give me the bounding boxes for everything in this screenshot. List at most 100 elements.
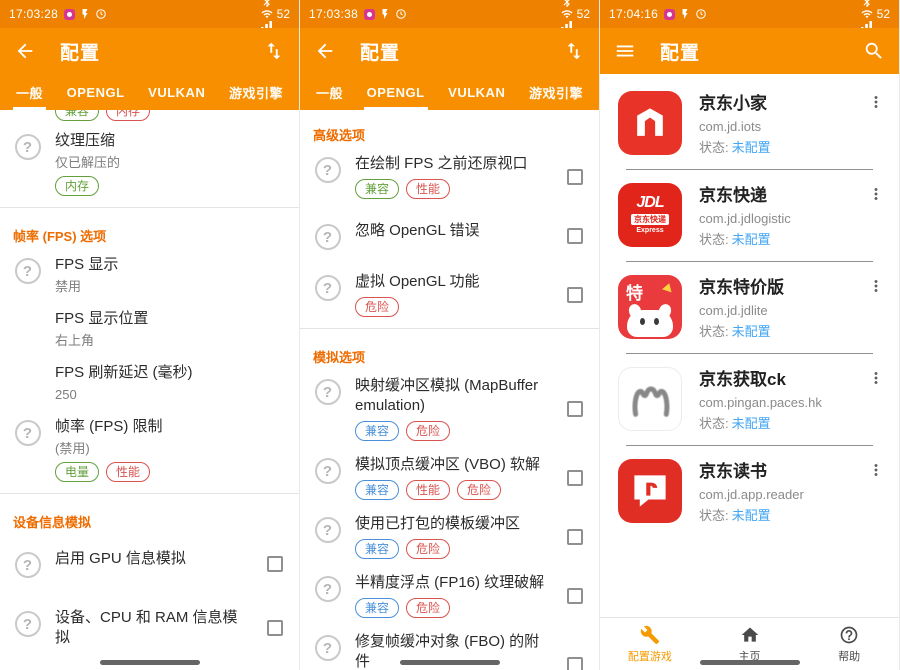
help-icon[interactable]: ? [315, 517, 341, 543]
settings-item[interactable]: FPS 显示位置右上角 [0, 303, 299, 357]
app-package: com.pingan.paces.hk [699, 395, 844, 410]
settings-item[interactable]: ?映射缓冲区模拟 (MapBuffer emulation)兼容危险 [300, 370, 599, 449]
settings-item[interactable]: ? 帧率 (FPS) 限制(禁用)电量性能 [0, 411, 299, 490]
help-icon[interactable]: ? [15, 258, 41, 284]
settings-item[interactable]: FPS 刷新延迟 (毫秒)250 [0, 357, 299, 411]
help-icon[interactable]: ? [15, 611, 41, 637]
settings-item[interactable]: ?纹理压缩仅已解压的内存 [0, 125, 299, 204]
more-options-button[interactable] [861, 459, 891, 481]
tab-general[interactable]: 一般 [16, 74, 43, 110]
search-button[interactable] [863, 40, 885, 62]
jd-dog-sketch-icon [627, 376, 673, 422]
help-icon[interactable]: ? [315, 635, 341, 661]
settings-item[interactable]: ? 虚拟 OpenGL 功能危险 [300, 266, 599, 325]
checkbox[interactable] [567, 287, 583, 303]
help-icon[interactable]: ? [15, 420, 41, 446]
back-button[interactable] [314, 40, 336, 62]
tab-game-engine[interactable]: 游戏引擎 [529, 74, 583, 110]
tab-bar: 一般 OPENGL VULKAN 游戏引擎 [0, 74, 299, 110]
sort-button[interactable] [563, 40, 585, 62]
tag-chips: 兼容危险 [355, 598, 547, 618]
tag-chips: 兼容性能 [355, 179, 547, 199]
checkbox-column [251, 549, 299, 578]
item-icon-column: ? [300, 455, 355, 500]
clock-text: 17:04:16 [609, 7, 658, 21]
app-list-item[interactable]: JDL京东快递Express京东快递com.jd.jdlogistic状态:未配… [600, 170, 899, 261]
more-options-button[interactable] [861, 367, 891, 389]
status-label: 状态: [699, 416, 729, 431]
checkbox[interactable] [567, 657, 583, 670]
checkbox[interactable] [567, 401, 583, 417]
gesture-handle[interactable] [700, 660, 800, 665]
item-title: 模拟顶点缓冲区 (VBO) 软解 [355, 455, 547, 475]
help-icon[interactable]: ? [315, 157, 341, 183]
tag-chip: 性能 [406, 179, 450, 199]
tab-opengl[interactable]: OPENGL [67, 74, 125, 110]
tab-opengl[interactable]: OPENGL [367, 74, 425, 110]
checkbox-column [551, 221, 599, 250]
app-list-item[interactable]: 京东获取ckcom.pingan.paces.hk状态:未配置 [600, 354, 899, 445]
app-list-item[interactable]: 京东读书com.jd.app.reader状态:未配置 [600, 446, 899, 537]
help-icon[interactable]: ? [15, 134, 41, 160]
checkbox[interactable] [567, 470, 583, 486]
help-icon[interactable]: ? [315, 458, 341, 484]
checkbox[interactable] [267, 620, 283, 636]
help-icon[interactable]: ? [315, 275, 341, 301]
app-list-item[interactable]: 京东小家com.jd.iots状态:未配置 [600, 78, 899, 169]
gesture-handle[interactable] [400, 660, 500, 665]
settings-item[interactable]: ?半精度浮点 (FP16) 纹理破解兼容危险 [300, 567, 599, 626]
item-text: FPS 刷新延迟 (毫秒)250 [55, 363, 299, 403]
nav-item-configure-games[interactable]: 配置游戏 [600, 618, 700, 670]
status-value: 未配置 [732, 140, 771, 155]
wifi-icon [261, 8, 273, 20]
item-text: 启用 GPU 信息模拟 [55, 549, 251, 578]
gesture-handle[interactable] [100, 660, 200, 665]
settings-item[interactable]: ? FPS 显示禁用 [0, 249, 299, 303]
tab-vulkan[interactable]: VULKAN [448, 74, 505, 110]
checkbox[interactable] [567, 228, 583, 244]
settings-item[interactable]: ? 启用 GPU 信息模拟 [0, 535, 299, 594]
item-subtitle: 右上角 [55, 332, 295, 349]
settings-item[interactable]: ?使用已打包的模板缓冲区兼容危险 [300, 508, 599, 567]
status-bar: 17:04:16 52 [600, 0, 899, 28]
more-options-button[interactable] [861, 275, 891, 297]
more-options-button[interactable] [861, 91, 891, 113]
checkbox-column [551, 573, 599, 618]
checkbox[interactable] [567, 169, 583, 185]
tag-chip: 危险 [457, 480, 501, 500]
more-vert-icon [867, 369, 885, 387]
menu-button[interactable] [614, 40, 636, 62]
help-icon[interactable]: ? [15, 552, 41, 578]
more-options-button[interactable] [861, 183, 891, 205]
help-icon[interactable]: ? [315, 576, 341, 602]
status-value: 未配置 [732, 416, 771, 431]
settings-item[interactable]: ?模拟顶点缓冲区 (VBO) 软解兼容性能危险 [300, 449, 599, 508]
tab-game-engine[interactable]: 游戏引擎 [229, 74, 283, 110]
item-text: 帧率 (FPS) 限制(禁用)电量性能 [55, 417, 299, 482]
checkbox[interactable] [567, 588, 583, 604]
nav-item-help[interactable]: 帮助 [799, 618, 899, 670]
item-icon-column: ? [300, 632, 355, 670]
tab-vulkan[interactable]: VULKAN [148, 74, 205, 110]
help-icon[interactable]: ? [315, 224, 341, 250]
item-subtitle: 250 [55, 386, 295, 403]
settings-item[interactable]: ?在绘制 FPS 之前还原视口兼容性能 [300, 148, 599, 207]
help-icon[interactable]: ? [315, 379, 341, 405]
settings-item[interactable]: ?忽略 OpenGL 错误 [300, 207, 599, 266]
sort-button[interactable] [263, 40, 285, 62]
more-vert-icon [867, 185, 885, 203]
item-text: 虚拟 OpenGL 功能危险 [355, 272, 551, 317]
app-info: 京东特价版com.jd.jdlite状态:未配置 [699, 275, 844, 340]
app-list-item[interactable]: 特京东特价版com.jd.jdlite状态:未配置 [600, 262, 899, 353]
screen-app-list: 17:04:16 52 配置 京东小家com.jd.iots状态:未配置JDL京… [600, 0, 900, 670]
checkbox[interactable] [267, 556, 283, 572]
item-icon-column: ? [300, 376, 355, 441]
item-text: FPS 显示禁用 [55, 255, 299, 295]
section-header: 帧率 (FPS) 选项 [0, 211, 299, 249]
back-arrow-icon [14, 40, 36, 62]
back-button[interactable] [14, 40, 36, 62]
tab-general[interactable]: 一般 [316, 74, 343, 110]
settings-item[interactable]: ?设备、CPU 和 RAM 信息模拟 [0, 594, 299, 664]
checkbox[interactable] [567, 529, 583, 545]
section-header: 设备信息模拟 [0, 497, 299, 535]
